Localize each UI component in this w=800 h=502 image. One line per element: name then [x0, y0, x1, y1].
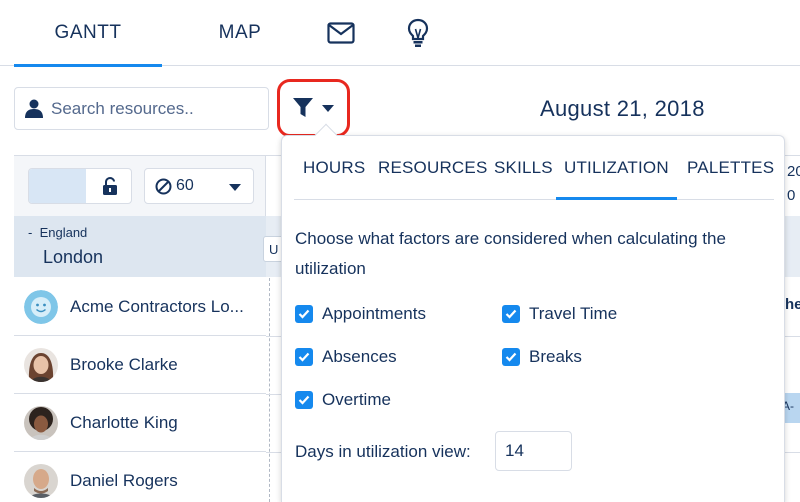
resource-row[interactable]: Daniel Rogers [14, 452, 266, 502]
overtime-checkbox[interactable]: Overtime [295, 390, 391, 410]
avatar [24, 347, 58, 382]
checkbox-checked-icon[interactable] [295, 391, 313, 409]
tab-utilization[interactable]: UTILIZATION [556, 158, 677, 200]
person-icon [25, 99, 43, 118]
checkbox-label: Overtime [322, 390, 391, 409]
resource-name: Brooke Clarke [70, 354, 178, 374]
checkbox-checked-icon[interactable] [295, 348, 313, 366]
unlock-icon [102, 177, 117, 195]
chevron-down-icon [229, 184, 241, 191]
resource-name: Acme Contractors Lo... [70, 296, 244, 316]
search-resources-box[interactable] [14, 87, 269, 130]
current-date: August 21, 2018 [540, 96, 705, 121]
days-in-view-input[interactable] [495, 431, 572, 471]
tab-mail[interactable] [318, 0, 364, 66]
gantt-controls: 60 [14, 156, 266, 216]
search-input[interactable] [51, 98, 251, 119]
checkbox-label: Appointments [322, 304, 426, 323]
timeline-header-fragment: 0 [787, 187, 796, 204]
top-tab-bar: GANTT MAP [0, 0, 800, 67]
tab-gantt[interactable]: GANTT [14, 0, 162, 67]
region-country: - England [28, 225, 88, 240]
region-city: London [43, 247, 104, 267]
interval-value: 60 [176, 177, 194, 194]
mail-icon [327, 22, 355, 44]
checkbox-label: Absences [322, 347, 397, 366]
timeline-cell-fragment: he [785, 296, 800, 313]
toggle-lock-segment[interactable] [86, 169, 131, 203]
utilization-description: Choose what factors are considered when … [295, 229, 726, 278]
region-header[interactable]: - England London [14, 216, 266, 277]
resource-row[interactable]: Brooke Clarke [14, 336, 266, 394]
lock-toggle[interactable] [28, 168, 132, 204]
days-in-view-label: Days in utilization view: [295, 442, 471, 461]
absences-checkbox[interactable]: Absences [295, 347, 397, 367]
resource-name: Charlotte King [70, 412, 178, 432]
checkbox-checked-icon[interactable] [502, 348, 520, 366]
no-entry-icon [155, 178, 172, 194]
tab-resources[interactable]: RESOURCES [378, 158, 488, 178]
tab-lightbulb[interactable] [396, 0, 440, 66]
checkbox-label: Breaks [529, 347, 582, 366]
travel-time-checkbox[interactable]: Travel Time [502, 304, 617, 324]
timeline-now-line [269, 278, 270, 502]
tab-skills[interactable]: SKILLS [494, 158, 553, 178]
avatar [24, 463, 58, 498]
resource-name: Daniel Rogers [70, 470, 178, 490]
filter-icon [292, 98, 334, 117]
checkbox-checked-icon[interactable] [295, 305, 313, 323]
resource-row[interactable]: Charlotte King [14, 394, 266, 452]
tab-map[interactable]: MAP [190, 0, 290, 66]
filter-button[interactable] [277, 79, 350, 137]
toggle-off-segment[interactable] [29, 169, 86, 203]
lightbulb-icon [407, 18, 429, 47]
appointments-checkbox[interactable]: Appointments [295, 304, 426, 324]
time-interval-select[interactable]: 60 [144, 168, 254, 204]
tab-hours[interactable]: HOURS [303, 158, 365, 178]
checkbox-label: Travel Time [529, 304, 618, 323]
checkbox-checked-icon[interactable] [502, 305, 520, 323]
tab-palettes[interactable]: PALETTES [687, 158, 774, 178]
resource-row[interactable]: Acme Contractors Lo... [14, 278, 266, 336]
breaks-checkbox[interactable]: Breaks [502, 347, 582, 367]
timeline-header-fragment: 20 [787, 163, 800, 180]
avatar [24, 289, 58, 324]
avatar [24, 405, 58, 440]
filter-popover: HOURS RESOURCES SKILLS UTILIZATION PALET… [281, 123, 785, 502]
popover-tabs: HOURS RESOURCES SKILLS UTILIZATION PALET… [294, 136, 774, 200]
